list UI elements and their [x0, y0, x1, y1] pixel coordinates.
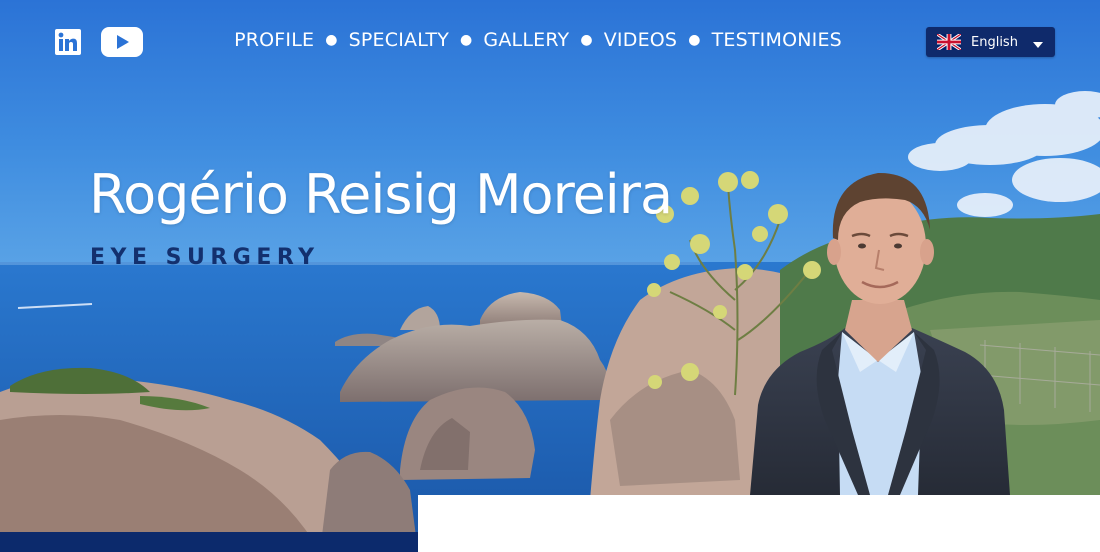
nav-testimonies[interactable]: TESTIMONIES [712, 29, 842, 51]
uk-flag-icon [937, 34, 961, 50]
nav-separator: ● [688, 32, 701, 48]
hero-background-image [0, 0, 1100, 552]
nav-separator: ● [325, 32, 338, 48]
main-nav: PROFILE ● SPECIALTY ● GALLERY ● VIDEOS ●… [0, 29, 1076, 51]
page-title: Rogério Reisig Moreira [89, 163, 673, 226]
language-label: English [971, 34, 1018, 50]
nav-specialty[interactable]: SPECIALTY [349, 29, 449, 51]
hero-section: PROFILE ● SPECIALTY ● GALLERY ● VIDEOS ●… [0, 0, 1100, 552]
nav-profile[interactable]: PROFILE [234, 29, 314, 51]
nav-separator: ● [460, 32, 473, 48]
content-panel [418, 495, 1100, 552]
page-subtitle: EYE SURGERY [90, 245, 320, 270]
nav-videos[interactable]: VIDEOS [604, 29, 677, 51]
nav-gallery[interactable]: GALLERY [483, 29, 569, 51]
language-selector[interactable]: English [926, 27, 1055, 57]
nav-separator: ● [580, 32, 593, 48]
bottom-accent-bar [0, 532, 418, 552]
caret-down-icon [1033, 36, 1043, 54]
